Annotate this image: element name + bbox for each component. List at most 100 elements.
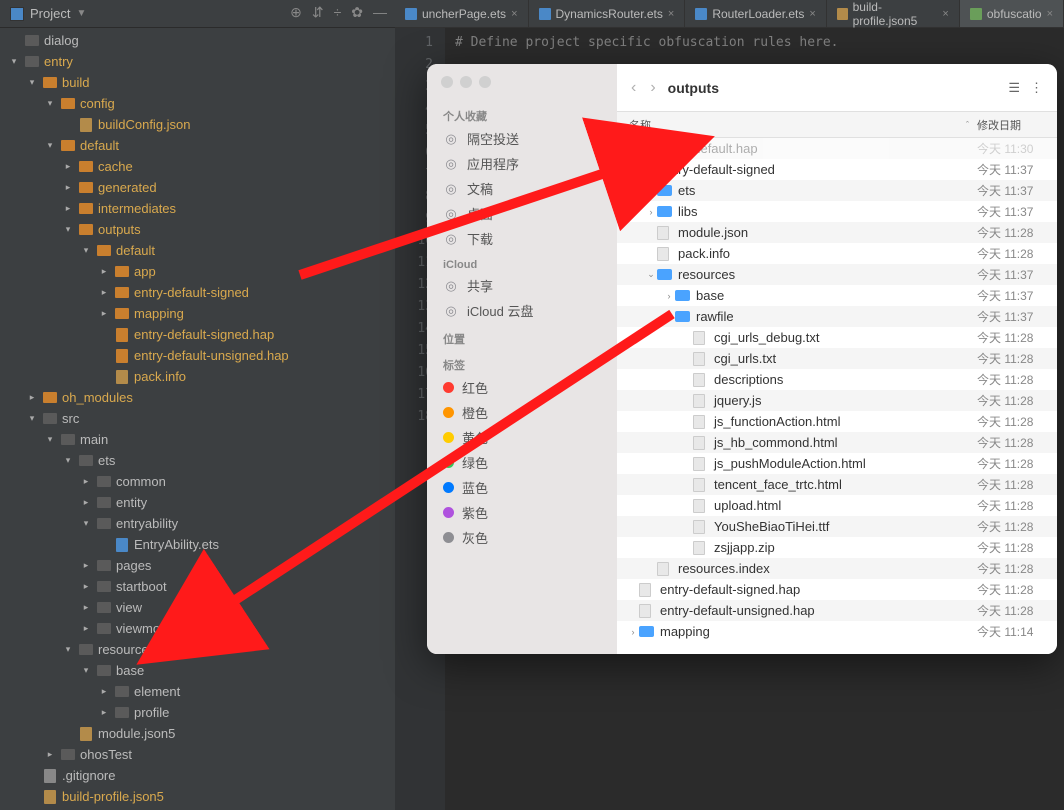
tree-arrow-icon[interactable] xyxy=(26,77,38,88)
disclosure-icon[interactable] xyxy=(663,311,675,322)
sidebar-tag-item[interactable]: 蓝色 xyxy=(427,475,617,500)
tab-close-icon[interactable]: × xyxy=(1047,8,1053,20)
editor-tab[interactable]: build-profile.json5× xyxy=(827,0,960,27)
tree-row[interactable]: entry-default-unsigned.hap xyxy=(0,345,395,366)
tree-row[interactable]: entry-default-signed xyxy=(0,282,395,303)
tree-row[interactable]: pages xyxy=(0,555,395,576)
finder-row[interactable]: zsjjapp.zip今天 11:28 xyxy=(617,537,1057,558)
sidebar-tag-item[interactable]: 橙色 xyxy=(427,400,617,425)
tree-row[interactable]: src xyxy=(0,408,395,429)
disclosure-icon[interactable] xyxy=(663,291,675,301)
sidebar-tag-item[interactable]: 灰色 xyxy=(427,525,617,550)
tree-arrow-icon[interactable] xyxy=(62,224,74,235)
finder-row[interactable]: jquery.js今天 11:28 xyxy=(617,390,1057,411)
finder-row[interactable]: entry-default-signed.hap今天 11:28 xyxy=(617,579,1057,600)
close-window-icon[interactable] xyxy=(441,76,453,88)
sidebar-item[interactable]: ◎文稿 xyxy=(427,176,617,201)
tree-row[interactable]: intermediates xyxy=(0,198,395,219)
tree-arrow-icon[interactable] xyxy=(98,686,110,697)
tree-arrow-icon[interactable] xyxy=(26,392,38,403)
tree-row[interactable]: common xyxy=(0,471,395,492)
tree-arrow-icon[interactable] xyxy=(80,665,92,676)
finder-row[interactable]: entry-default-unsigned.hap今天 11:28 xyxy=(617,600,1057,621)
tree-row[interactable]: entry xyxy=(0,51,395,72)
sort-asc-icon[interactable]: ˆ xyxy=(966,120,969,130)
tree-arrow-icon[interactable] xyxy=(80,560,92,571)
tree-row[interactable]: startboot xyxy=(0,576,395,597)
tree-row[interactable]: build xyxy=(0,72,395,93)
tree-row[interactable]: EntryAbility.ets xyxy=(0,534,395,555)
sidebar-item[interactable]: ◎iCloud 云盘 xyxy=(427,298,617,323)
tree-arrow-icon[interactable] xyxy=(62,182,74,193)
minimize-window-icon[interactable] xyxy=(460,76,472,88)
tree-arrow-icon[interactable] xyxy=(44,140,56,151)
disclosure-icon[interactable] xyxy=(627,164,639,175)
tree-row[interactable]: main xyxy=(0,429,395,450)
sidebar-item[interactable]: ◎下载 xyxy=(427,226,617,251)
finder-row[interactable]: descriptions今天 11:28 xyxy=(617,369,1057,390)
tree-row[interactable]: config xyxy=(0,93,395,114)
tree-row[interactable]: entry-default-signed.hap xyxy=(0,324,395,345)
tree-row[interactable]: default xyxy=(0,240,395,261)
sidebar-item[interactable]: ◎共享 xyxy=(427,273,617,298)
tree-arrow-icon[interactable] xyxy=(98,266,110,277)
finder-row[interactable]: ets今天 11:37 xyxy=(617,180,1057,201)
tree-arrow-icon[interactable] xyxy=(62,161,74,172)
finder-row[interactable]: libs今天 11:37 xyxy=(617,201,1057,222)
tree-arrow-icon[interactable] xyxy=(44,98,56,109)
tree-row[interactable]: outputs xyxy=(0,219,395,240)
finder-row[interactable]: base今天 11:37 xyxy=(617,285,1057,306)
tree-arrow-icon[interactable] xyxy=(62,203,74,214)
finder-row[interactable]: module.json今天 11:28 xyxy=(617,222,1057,243)
editor-tab[interactable]: RouterLoader.ets× xyxy=(685,0,827,27)
tree-row[interactable]: element xyxy=(0,681,395,702)
tab-close-icon[interactable]: × xyxy=(942,8,948,20)
tree-row[interactable]: profile xyxy=(0,702,395,723)
finder-row[interactable]: tencent_face_trtc.html今天 11:28 xyxy=(617,474,1057,495)
tree-arrow-icon[interactable] xyxy=(8,56,20,67)
column-name-header[interactable]: 名称 xyxy=(629,117,651,133)
tree-arrow-icon[interactable] xyxy=(98,287,110,298)
tree-row[interactable]: .gitignore xyxy=(0,765,395,786)
hide-icon[interactable]: — xyxy=(373,4,387,21)
tree-row[interactable]: entryability xyxy=(0,513,395,534)
tree-arrow-icon[interactable] xyxy=(80,518,92,529)
tree-row[interactable]: app xyxy=(0,261,395,282)
sidebar-tag-item[interactable]: 绿色 xyxy=(427,450,617,475)
finder-row[interactable]: js_hb_commond.html今天 11:28 xyxy=(617,432,1057,453)
tree-row[interactable]: dialog xyxy=(0,30,395,51)
ide-project-header[interactable]: Project ▼ ⊕ ⇵ ÷ ✿ — xyxy=(0,0,395,28)
tree-row[interactable]: oh_modules xyxy=(0,387,395,408)
tree-arrow-icon[interactable] xyxy=(98,308,110,319)
tab-close-icon[interactable]: × xyxy=(668,8,674,20)
tree-row[interactable]: default xyxy=(0,135,395,156)
editor-tab[interactable]: uncherPage.ets× xyxy=(395,0,529,27)
maximize-window-icon[interactable] xyxy=(479,76,491,88)
forward-icon[interactable]: › xyxy=(650,79,655,97)
tree-arrow-icon[interactable] xyxy=(80,581,92,592)
disclosure-icon[interactable] xyxy=(645,186,657,196)
tree-arrow-icon[interactable] xyxy=(26,413,38,424)
tree-row[interactable]: buildConfig.json xyxy=(0,114,395,135)
tree-arrow-icon[interactable] xyxy=(80,623,92,634)
finder-row[interactable]: upload.html今天 11:28 xyxy=(617,495,1057,516)
tree-row[interactable]: module.json5 xyxy=(0,723,395,744)
finder-row[interactable]: js_pushModuleAction.html今天 11:28 xyxy=(617,453,1057,474)
disclosure-icon[interactable] xyxy=(645,207,657,217)
back-icon[interactable]: ‹ xyxy=(631,79,636,97)
tree-row[interactable]: generated xyxy=(0,177,395,198)
tree-row[interactable]: view xyxy=(0,597,395,618)
finder-row[interactable]: entry-default.hap今天 11:30 xyxy=(617,138,1057,159)
disclosure-icon[interactable] xyxy=(645,269,657,280)
editor-tab[interactable]: DynamicsRouter.ets× xyxy=(529,0,686,27)
sidebar-item[interactable]: ◎桌面 xyxy=(427,201,617,226)
tree-arrow-icon[interactable] xyxy=(44,749,56,760)
tree-row[interactable]: ets xyxy=(0,450,395,471)
tree-row[interactable]: cache xyxy=(0,156,395,177)
finder-row[interactable]: pack.info今天 11:28 xyxy=(617,243,1057,264)
finder-row[interactable]: resources.index今天 11:28 xyxy=(617,558,1057,579)
tree-row[interactable]: ohosTest xyxy=(0,744,395,765)
finder-row[interactable]: rawfile今天 11:37 xyxy=(617,306,1057,327)
view-list-icon[interactable]: ☰ xyxy=(1008,80,1020,96)
column-date-header[interactable]: 修改日期 xyxy=(977,117,1057,133)
